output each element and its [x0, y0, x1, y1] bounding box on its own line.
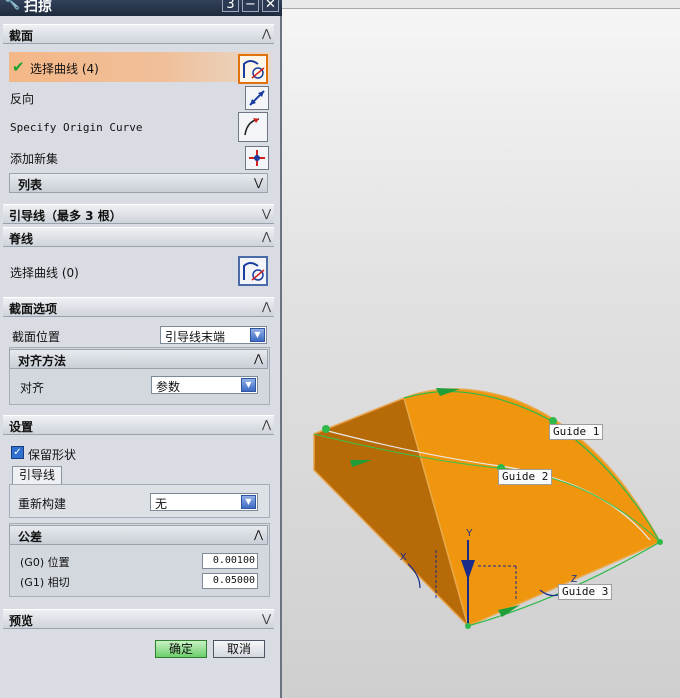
section-group-label: 截面 — [9, 29, 34, 43]
guide-1-label: Guide 1 — [549, 424, 604, 440]
guide-2-label: Guide 2 — [498, 469, 553, 485]
add-new-set-icon[interactable] — [245, 146, 269, 170]
wrench-icon: 🔧 — [4, 0, 21, 11]
reset-button[interactable]: 3 — [222, 0, 239, 12]
alignment-label: 对齐方法 — [18, 354, 67, 368]
list-label: 列表 — [18, 178, 43, 192]
dropdown-arrow-icon: ▼ — [241, 378, 256, 392]
settings-group-header[interactable]: 设置 ⋀ — [3, 415, 274, 435]
close-button[interactable]: ✕ — [262, 0, 279, 12]
select-section-curve-label: 选择曲线 (4) — [30, 62, 99, 76]
g1-tangent-label: (G1) 相切 — [20, 576, 70, 589]
settings-label: 设置 — [9, 420, 34, 434]
section-position-value: 引导线末端 — [165, 330, 226, 344]
axis-x-label: X — [400, 552, 407, 563]
spine-group-header[interactable]: 脊线 ⋀ — [3, 227, 274, 247]
guides-group-header[interactable]: 引导线（最多 3 根） ⋁ — [3, 204, 274, 224]
list-subgroup-header[interactable]: 列表 ⋁ — [9, 173, 268, 193]
chevron-down-icon: ⋁ — [253, 176, 263, 189]
preserve-shape-checkbox[interactable]: ✓ — [11, 446, 24, 459]
chevron-up-icon: ⋀ — [261, 300, 271, 313]
section-point — [322, 425, 330, 433]
guides-group-label: 引导线（最多 3 根） — [9, 209, 122, 223]
rebuild-label: 重新构建 — [18, 497, 67, 511]
section-group-header[interactable]: 截面 ⋀ — [3, 24, 274, 44]
align-select[interactable]: 参数 ▼ — [151, 376, 258, 394]
section-position-select[interactable]: 引导线末端 ▼ — [160, 326, 267, 344]
sweep-dialog: 🔧 扫掠 3 − ✕ 截面 ⋀ ✔ 选择曲线 (4) 反向 Specify Or… — [0, 0, 282, 698]
spine-curve-select-icon[interactable] — [238, 256, 268, 286]
spine-group-label: 脊线 — [9, 232, 34, 246]
add-new-set-label: 添加新集 — [10, 152, 59, 166]
graphics-viewport[interactable]: Y X Z — [282, 0, 680, 698]
section-options-group-header[interactable]: 截面选项 ⋀ — [3, 297, 274, 317]
chevron-down-icon: ⋁ — [261, 612, 271, 625]
origin-curve-icon[interactable] — [238, 112, 268, 142]
preserve-shape-label: 保留形状 — [28, 448, 77, 462]
align-label: 对齐 — [20, 381, 45, 395]
g0-tolerance-input[interactable]: 0.00100 — [202, 553, 258, 569]
tolerance-label: 公差 — [18, 530, 43, 544]
chevron-up-icon: ⋀ — [253, 352, 263, 365]
ok-button[interactable]: 确定 — [155, 640, 207, 658]
chevron-up-icon: ⋀ — [261, 418, 271, 431]
g1-tolerance-input[interactable]: 0.05000 — [202, 573, 258, 589]
section-position-label: 截面位置 — [12, 330, 61, 344]
select-spine-curve-label: 选择曲线 (0) — [10, 266, 79, 280]
specify-origin-curve-label: Specify Origin Curve — [10, 121, 143, 134]
dropdown-arrow-icon: ▼ — [250, 328, 265, 342]
reverse-label: 反向 — [10, 92, 35, 106]
dropdown-arrow-icon: ▼ — [241, 495, 256, 509]
align-value: 参数 — [156, 380, 181, 394]
chevron-up-icon: ⋀ — [253, 528, 263, 541]
tolerance-subgroup-header[interactable]: 公差 ⋀ — [9, 525, 268, 545]
dialog-titlebar[interactable]: 🔧 扫掠 3 − ✕ — [0, 0, 282, 16]
alignment-subgroup-header[interactable]: 对齐方法 ⋀ — [9, 349, 268, 369]
chevron-up-icon: ⋀ — [261, 230, 271, 243]
checkmark-icon: ✔ — [12, 58, 25, 76]
minimize-button[interactable]: − — [242, 0, 259, 12]
guide-3-label: Guide 3 — [558, 584, 613, 600]
cancel-button[interactable]: 取消 — [213, 640, 265, 658]
preview-label: 预览 — [9, 614, 34, 628]
preview-group-header[interactable]: 预览 ⋁ — [3, 609, 274, 629]
reverse-direction-icon[interactable] — [245, 86, 269, 110]
axis-y-label: Y — [466, 528, 473, 539]
curve-select-icon[interactable] — [238, 54, 268, 84]
tab-guides[interactable]: 引导线 — [12, 466, 62, 485]
rebuild-value: 无 — [155, 497, 168, 511]
chevron-up-icon: ⋀ — [261, 27, 271, 40]
dialog-title: 扫掠 — [24, 0, 52, 15]
section-options-label: 截面选项 — [9, 302, 58, 316]
g0-position-label: (G0) 位置 — [20, 556, 70, 569]
rebuild-select[interactable]: 无 ▼ — [150, 493, 258, 511]
chevron-down-icon: ⋁ — [261, 207, 271, 220]
